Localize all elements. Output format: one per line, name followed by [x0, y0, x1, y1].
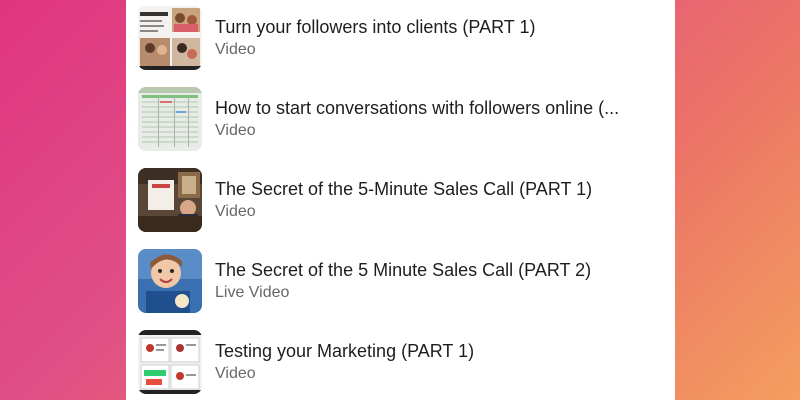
list-item-video-4[interactable]: The Secret of the 5 Minute Sales Call (P…	[138, 249, 668, 313]
video-type-label: Video	[215, 365, 256, 382]
video-thumbnail-2[interactable]	[138, 87, 202, 151]
video-thumbnail-3[interactable]	[138, 168, 202, 232]
list-item-text-5: Testing your Marketing (PART 1) Video	[215, 340, 474, 384]
list-item-video-1[interactable]: Turn your followers into clients (PART 1…	[138, 6, 668, 70]
video-title[interactable]: Testing your Marketing (PART 1)	[215, 340, 474, 362]
list-item-text-3: The Secret of the 5-Minute Sales Call (P…	[215, 178, 592, 222]
video-title[interactable]: How to start conversations with follower…	[215, 97, 619, 119]
video-thumbnail-4[interactable]	[138, 249, 202, 313]
video-thumbnail-1[interactable]	[138, 6, 202, 70]
video-thumbnail-5[interactable]	[138, 330, 202, 394]
list-item-text-4: The Secret of the 5 Minute Sales Call (P…	[215, 259, 591, 303]
video-title[interactable]: Turn your followers into clients (PART 1…	[215, 16, 535, 38]
list-item-video-3[interactable]: The Secret of the 5-Minute Sales Call (P…	[138, 168, 668, 232]
video-type-label: Video	[215, 203, 256, 220]
video-title[interactable]: The Secret of the 5-Minute Sales Call (P…	[215, 178, 592, 200]
video-type-label: Video	[215, 41, 256, 58]
video-list-panel: Turn your followers into clients (PART 1…	[126, 0, 675, 400]
list-item-text-2: How to start conversations with follower…	[215, 97, 619, 141]
list-item-video-2[interactable]: How to start conversations with follower…	[138, 87, 668, 151]
video-title[interactable]: The Secret of the 5 Minute Sales Call (P…	[215, 259, 591, 281]
video-type-label: Video	[215, 122, 256, 139]
list-item-text-1: Turn your followers into clients (PART 1…	[215, 16, 535, 60]
list-item-video-5[interactable]: Testing your Marketing (PART 1) Video	[138, 330, 668, 394]
video-type-label: Live Video	[215, 284, 290, 301]
